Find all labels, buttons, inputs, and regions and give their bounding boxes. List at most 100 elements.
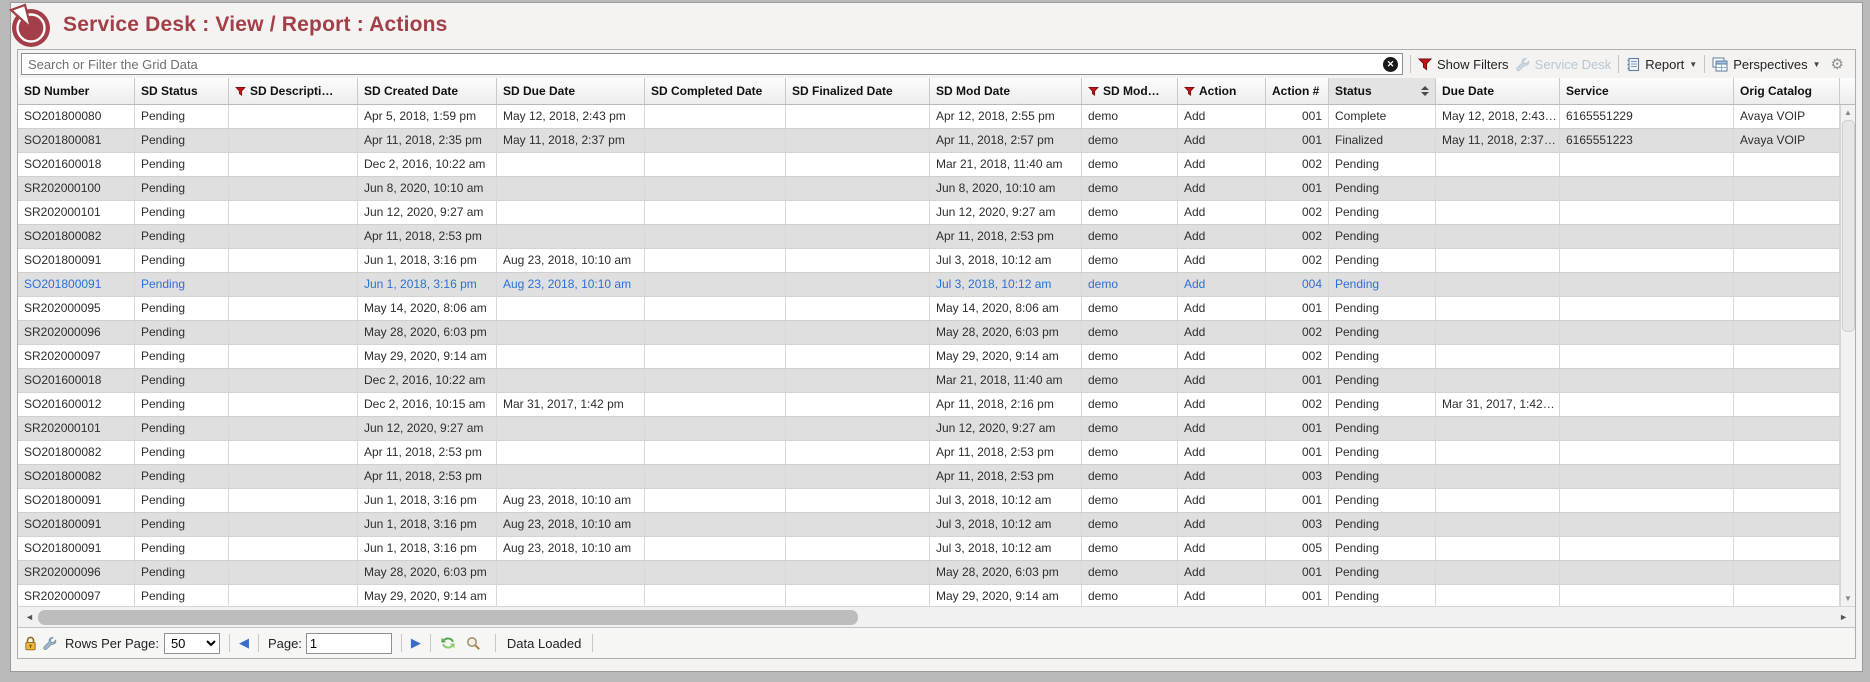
table-row[interactable]: SO201800082PendingApr 11, 2018, 2:53 pmA… bbox=[18, 465, 1840, 489]
search-input[interactable] bbox=[26, 56, 1383, 73]
cell: May 29, 2020, 9:14 am bbox=[358, 585, 497, 606]
show-filters-button[interactable]: Show Filters bbox=[1418, 57, 1509, 72]
perspectives-menu-button[interactable]: Perspectives ▼ bbox=[1712, 57, 1820, 72]
vertical-scroll-thumb[interactable] bbox=[1842, 120, 1855, 332]
cell bbox=[1436, 369, 1560, 393]
cell bbox=[645, 225, 786, 249]
cell: 6165551229 bbox=[1560, 105, 1734, 129]
column-header-orig-catalog[interactable]: Orig Catalog bbox=[1734, 78, 1840, 104]
table-row[interactable]: SR202000097PendingMay 29, 2020, 9:14 amM… bbox=[18, 585, 1840, 606]
table-row[interactable]: SR202000100PendingJun 8, 2020, 10:10 amJ… bbox=[18, 177, 1840, 201]
scroll-up-icon[interactable]: ▲ bbox=[1844, 105, 1852, 120]
cell bbox=[1560, 369, 1734, 393]
cell bbox=[786, 345, 930, 369]
table-row[interactable]: SO201600018PendingDec 2, 2016, 10:22 amM… bbox=[18, 369, 1840, 393]
table-row[interactable]: SO201800081PendingApr 11, 2018, 2:35 pmM… bbox=[18, 129, 1840, 153]
page-number-input[interactable] bbox=[306, 633, 392, 654]
settings-gear-icon[interactable]: ⚙ bbox=[1831, 55, 1844, 73]
column-filter-icon bbox=[1184, 86, 1195, 97]
cell: Pending bbox=[135, 153, 229, 177]
column-header-sd-descripti[interactable]: SD Descripti… bbox=[229, 78, 358, 104]
footer-divider bbox=[258, 634, 259, 652]
cell: SO201600012 bbox=[18, 393, 135, 417]
table-row[interactable]: SR202000095PendingMay 14, 2020, 8:06 amM… bbox=[18, 297, 1840, 321]
table-row[interactable]: SO201800080PendingApr 5, 2018, 1:59 pmMa… bbox=[18, 105, 1840, 129]
table-row[interactable]: SR202000096PendingMay 28, 2020, 6:03 pmM… bbox=[18, 561, 1840, 585]
cell bbox=[786, 201, 930, 225]
column-header-service[interactable]: Service bbox=[1560, 78, 1734, 104]
table-row-selected[interactable]: SO201800091PendingJun 1, 2018, 3:16 pmAu… bbox=[18, 273, 1840, 297]
horizontal-scroll-thumb[interactable] bbox=[38, 610, 858, 625]
table-row[interactable]: SR202000101PendingJun 12, 2020, 9:27 amJ… bbox=[18, 417, 1840, 441]
table-row[interactable]: SO201800091PendingJun 1, 2018, 3:16 pmAu… bbox=[18, 489, 1840, 513]
cell: Jul 3, 2018, 10:12 am bbox=[930, 537, 1082, 561]
column-header-sd-finalized-date[interactable]: SD Finalized Date bbox=[786, 78, 930, 104]
column-header-status[interactable]: Status bbox=[1329, 78, 1436, 104]
table-row[interactable]: SO201800091PendingJun 1, 2018, 3:16 pmAu… bbox=[18, 513, 1840, 537]
next-page-button[interactable]: ▶ bbox=[411, 635, 421, 651]
cell: Add bbox=[1178, 489, 1266, 513]
cell bbox=[229, 393, 358, 417]
column-header-sd-due-date[interactable]: SD Due Date bbox=[497, 78, 645, 104]
cell: demo bbox=[1082, 417, 1178, 441]
sort-indicator-icon[interactable] bbox=[1421, 86, 1429, 96]
cell: May 28, 2020, 6:03 pm bbox=[930, 321, 1082, 345]
cell bbox=[1560, 393, 1734, 417]
rows-per-page-select[interactable]: 50 bbox=[164, 633, 220, 654]
wrench-icon[interactable] bbox=[42, 636, 57, 651]
cell: Pending bbox=[1329, 201, 1436, 225]
cell: Pending bbox=[135, 105, 229, 129]
report-label: Report bbox=[1645, 57, 1684, 72]
table-row[interactable]: SR202000097PendingMay 29, 2020, 9:14 amM… bbox=[18, 345, 1840, 369]
scroll-down-icon[interactable]: ▼ bbox=[1844, 591, 1852, 606]
vertical-scrollbar[interactable]: ▲ ▼ bbox=[1840, 105, 1855, 606]
report-panel: ✕ Show Filters Service Desk bbox=[17, 49, 1856, 659]
cell: SR202000097 bbox=[18, 585, 135, 606]
magnifier-icon[interactable] bbox=[466, 636, 481, 651]
column-header-sd-created-date[interactable]: SD Created Date bbox=[358, 78, 497, 104]
table-row[interactable]: SO201800091PendingJun 1, 2018, 3:16 pmAu… bbox=[18, 537, 1840, 561]
cell bbox=[1436, 201, 1560, 225]
cell: SR202000097 bbox=[18, 345, 135, 369]
previous-page-button[interactable]: ◀ bbox=[239, 635, 249, 651]
cell bbox=[786, 513, 930, 537]
horizontal-scrollbar[interactable]: ◄ ► bbox=[18, 606, 1855, 627]
column-header-due-date[interactable]: Due Date bbox=[1436, 78, 1560, 104]
cell bbox=[1560, 297, 1734, 321]
column-header-action[interactable]: Action # bbox=[1266, 78, 1329, 104]
table-row[interactable]: SO201600018PendingDec 2, 2016, 10:22 amM… bbox=[18, 153, 1840, 177]
clear-search-icon[interactable]: ✕ bbox=[1383, 57, 1398, 72]
cell: May 14, 2020, 8:06 am bbox=[930, 297, 1082, 321]
cell: SO201800091 bbox=[18, 273, 135, 297]
column-header-sd-mod[interactable]: SD Mod… bbox=[1082, 78, 1178, 104]
cell: May 28, 2020, 6:03 pm bbox=[358, 321, 497, 345]
cell bbox=[1436, 177, 1560, 201]
column-header-action[interactable]: Action bbox=[1178, 78, 1266, 104]
column-header-sd-status[interactable]: SD Status bbox=[135, 78, 229, 104]
column-header-label: SD Number bbox=[24, 84, 89, 98]
column-header-sd-mod-date[interactable]: SD Mod Date bbox=[930, 78, 1082, 104]
refresh-icon[interactable] bbox=[440, 636, 456, 650]
column-header-sd-completed-date[interactable]: SD Completed Date bbox=[645, 78, 786, 104]
cell: Pending bbox=[135, 129, 229, 153]
cell: Add bbox=[1178, 177, 1266, 201]
table-row[interactable]: SR202000101PendingJun 12, 2020, 9:27 amJ… bbox=[18, 201, 1840, 225]
cell bbox=[497, 177, 645, 201]
cell: SO201800080 bbox=[18, 105, 135, 129]
cell bbox=[229, 321, 358, 345]
table-row[interactable]: SO201800082PendingApr 11, 2018, 2:53 pmA… bbox=[18, 225, 1840, 249]
cell bbox=[497, 417, 645, 441]
cell: Aug 23, 2018, 10:10 am bbox=[497, 273, 645, 297]
table-row[interactable]: SO201600012PendingDec 2, 2016, 10:15 amM… bbox=[18, 393, 1840, 417]
report-menu-button[interactable]: Report ▼ bbox=[1626, 57, 1697, 72]
lock-icon[interactable] bbox=[24, 636, 37, 651]
scroll-left-icon[interactable]: ◄ bbox=[21, 612, 38, 622]
table-row[interactable]: SR202000096PendingMay 28, 2020, 6:03 pmM… bbox=[18, 321, 1840, 345]
column-header-sd-number[interactable]: SD Number bbox=[18, 78, 135, 104]
table-row[interactable]: SO201800082PendingApr 11, 2018, 2:53 pmA… bbox=[18, 441, 1840, 465]
scroll-right-icon[interactable]: ► bbox=[1835, 612, 1852, 622]
cell bbox=[1436, 225, 1560, 249]
cell bbox=[1436, 249, 1560, 273]
cell: demo bbox=[1082, 393, 1178, 417]
table-row[interactable]: SO201800091PendingJun 1, 2018, 3:16 pmAu… bbox=[18, 249, 1840, 273]
